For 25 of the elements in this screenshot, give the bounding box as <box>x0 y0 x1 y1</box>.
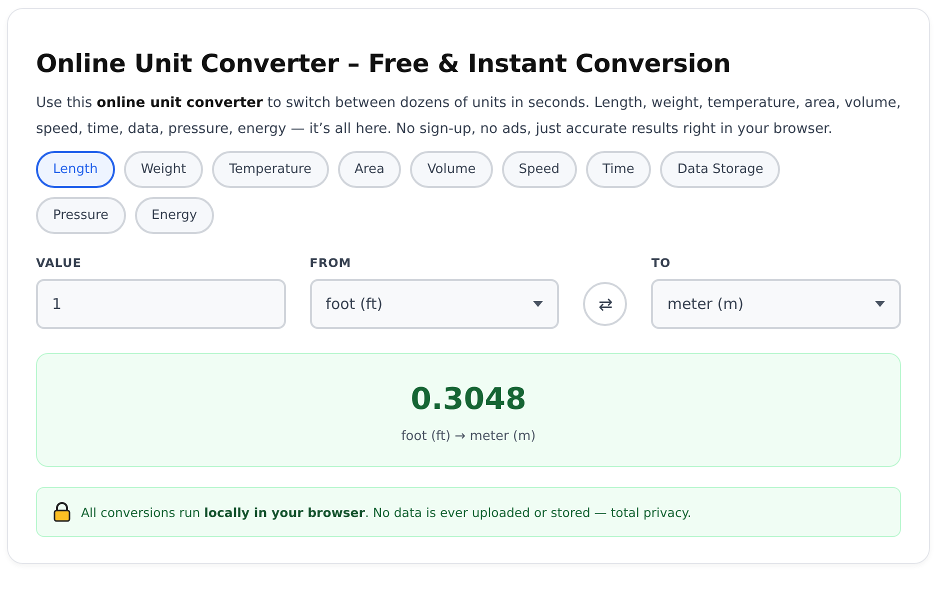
value-input[interactable]: 1 <box>36 279 286 329</box>
category-tab[interactable]: Area <box>338 151 402 188</box>
category-tab[interactable]: Length <box>36 151 115 188</box>
category-tab[interactable]: Data Storage <box>660 151 780 188</box>
category-tab[interactable]: Time <box>586 151 652 188</box>
swap-button[interactable]: ⇄ <box>583 282 628 326</box>
field-label: FROM <box>310 256 352 270</box>
from-unit-select[interactable]: foot (ft) <box>310 279 560 329</box>
category-tab[interactable]: Speed <box>502 151 577 188</box>
category-tab[interactable]: Energy <box>134 197 214 234</box>
lock-icon <box>53 502 71 522</box>
result-value: 0.3048 <box>410 382 526 417</box>
caret-icon <box>533 301 544 307</box>
result-caption: foot (ft) → meter (m) <box>401 429 536 444</box>
to-unit-select[interactable]: meter (m) <box>651 279 902 329</box>
category-tab[interactable]: Weight <box>124 151 204 188</box>
page-title: Online Unit Converter – Free & Instant Conversion <box>36 49 732 78</box>
privacy-text: All conversions run locally in your browser. No data is ever uploaded or stored — total privacy. <box>81 504 692 520</box>
caret-icon <box>875 301 886 307</box>
category-tab[interactable]: Pressure <box>36 197 126 234</box>
field-label: VALUE <box>36 256 82 270</box>
category-tab[interactable]: Temperature <box>212 151 328 188</box>
category-tab[interactable]: Volume <box>410 151 493 188</box>
field-label: TO <box>651 256 672 270</box>
intro-text: Use this online unit converter to switch between dozens of units in seconds. Length, weight, temperature, area, volume, speed, time, data, pressure, energy — it’s all here. No sign-up, no ads, just accurate results right in your browser. <box>36 94 901 139</box>
